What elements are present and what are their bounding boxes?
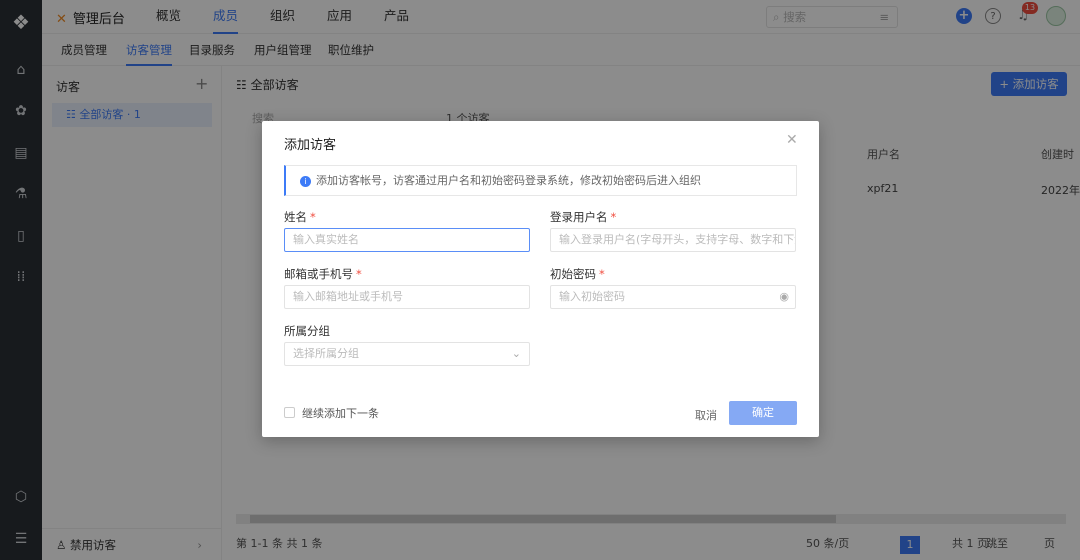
chevron-down-icon: ⌄ — [511, 347, 521, 360]
group-select[interactable]: 选择所属分组 ⌄ — [284, 342, 530, 366]
add-visitor-dialog: 添加访客 ✕ i 添加访客帐号，访客通过用户名和初始密码登录系统，修改初始密码后进… — [262, 121, 819, 437]
contact-field[interactable]: 输入邮箱地址或手机号 — [284, 285, 530, 309]
name-label: 姓名 * — [284, 210, 316, 224]
group-label: 所属分组 — [284, 324, 330, 338]
close-icon[interactable]: ✕ — [786, 132, 798, 148]
password-field[interactable]: 输入初始密码 ◉ — [550, 285, 796, 309]
info-alert: i 添加访客帐号，访客通过用户名和初始密码登录系统，修改初始密码后进入组织 — [284, 165, 797, 196]
dialog-title: 添加访客 — [284, 138, 337, 153]
username-label: 登录用户名 * — [550, 210, 617, 224]
password-label: 初始密码 * — [550, 267, 605, 281]
name-field[interactable]: 输入真实姓名 — [284, 228, 530, 252]
cancel-button[interactable]: 取消 — [695, 407, 717, 423]
username-field[interactable]: 输入登录用户名(字母开头，支持字母、数字和下划... — [550, 228, 796, 252]
eye-icon[interactable]: ◉ — [779, 286, 789, 308]
continue-label[interactable]: 继续添加下一条 — [302, 405, 379, 421]
contact-label: 邮箱或手机号 * — [284, 267, 362, 281]
continue-checkbox[interactable] — [284, 407, 295, 418]
confirm-button[interactable]: 确定 — [729, 401, 797, 425]
info-icon: i — [300, 176, 311, 187]
